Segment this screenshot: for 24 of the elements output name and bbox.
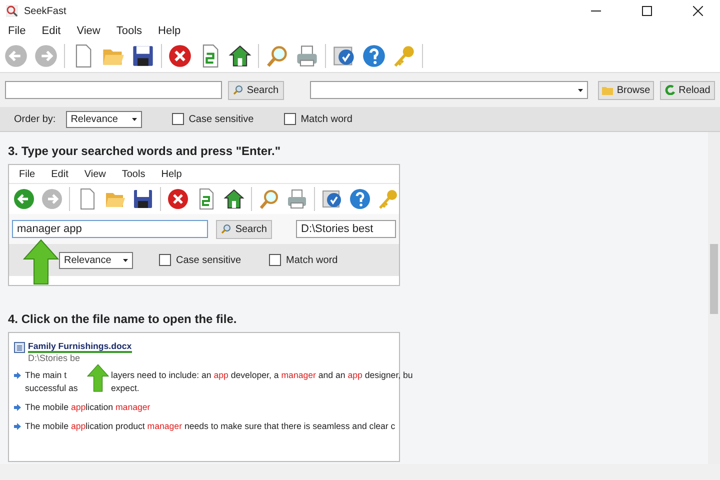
search-button[interactable]: Search — [228, 80, 284, 100]
checkbox-label: Case sensitive — [176, 254, 242, 266]
browse-button[interactable]: Browse — [598, 80, 654, 100]
snippet-text: The mobile application product manager needs to make sure that there is seamless and clear c — [25, 420, 396, 433]
checkbox-label: Case sensitive — [188, 114, 254, 124]
snippet-text: The main t layers need to include: an app developer, a manager and an app designer, bu successful as expect. — [25, 369, 413, 395]
step-heading: 4. Click on the file name to open the file. — [8, 312, 238, 326]
checkbox-label: Match word — [286, 254, 338, 266]
window-title: SeekFast — [24, 6, 66, 16]
order-by-dropdown[interactable]: Relevance — [66, 110, 142, 128]
step-heading: 3. Type your searched words and press "Enter." — [8, 144, 282, 158]
file-path: D:\Stories be — [27, 353, 82, 363]
menu-item[interactable]: File — [0, 25, 34, 37]
menu-item[interactable]: View — [68, 25, 108, 37]
file-link[interactable]: Family Furnishings.docx — [28, 341, 132, 353]
folder-field: D:\Stories best — [296, 220, 396, 238]
search-button[interactable]: Search — [216, 220, 272, 238]
checkbox-label: Match word — [300, 114, 352, 124]
menu-item[interactable]: Tools — [108, 25, 150, 37]
menu-item[interactable]: Help — [150, 25, 189, 37]
reload-button[interactable]: Reload — [660, 80, 715, 100]
menu-item[interactable]: Edit — [34, 25, 69, 37]
order-by-label: Order by: — [14, 114, 56, 124]
snippet-text: The mobile application manager — [25, 401, 150, 414]
